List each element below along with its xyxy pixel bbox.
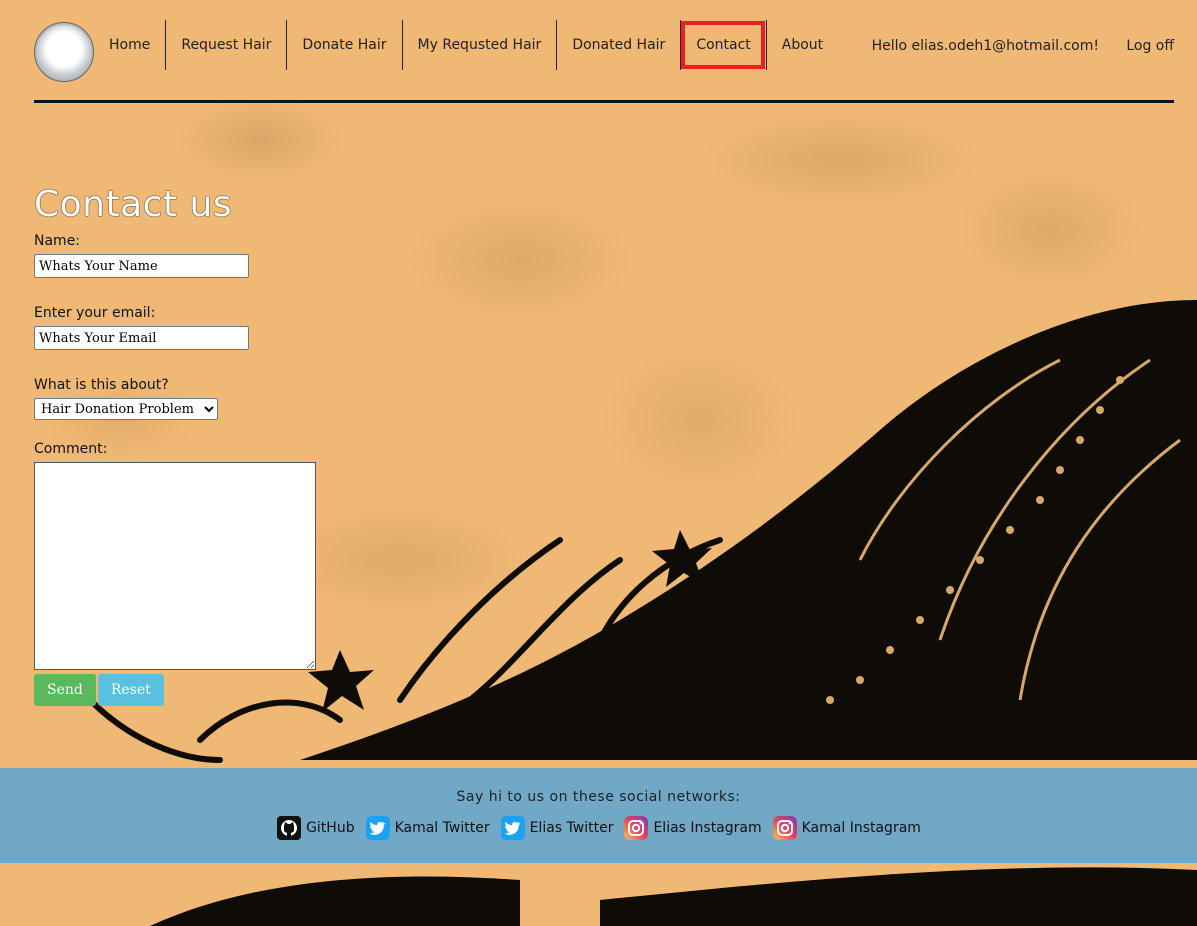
social-link-kamal-instagram[interactable]: Kamal Instagram bbox=[772, 815, 921, 841]
social-link-label: Elias Twitter bbox=[529, 820, 614, 836]
social-link-label: Elias Instagram bbox=[653, 820, 762, 836]
comment-label: Comment: bbox=[34, 441, 108, 457]
social-link-kamal-twitter[interactable]: Kamal Twitter bbox=[365, 815, 490, 841]
nav-item-donate-hair[interactable]: Donate Hair bbox=[286, 20, 401, 70]
form-actions: Send Reset bbox=[34, 674, 316, 706]
twitter-icon bbox=[365, 816, 390, 840]
social-link-github[interactable]: GitHub bbox=[276, 815, 355, 841]
site-header: Home Request Hair Donate Hair My Requste… bbox=[34, 18, 1174, 102]
email-input[interactable] bbox=[34, 326, 249, 350]
twitter-icon bbox=[500, 816, 525, 840]
send-button[interactable]: Send bbox=[34, 674, 96, 706]
log-off-link[interactable]: Log off bbox=[1126, 38, 1174, 54]
name-input[interactable] bbox=[34, 254, 249, 278]
instagram-icon bbox=[772, 816, 797, 840]
github-icon bbox=[277, 816, 302, 840]
topic-select[interactable]: Hair Donation Problem bbox=[34, 398, 218, 420]
nav-item-contact[interactable]: Contact bbox=[680, 20, 765, 70]
social-link-label: GitHub bbox=[306, 820, 355, 836]
social-link-label: Kamal Instagram bbox=[801, 820, 921, 836]
social-link-elias-instagram[interactable]: Elias Instagram bbox=[623, 815, 762, 841]
page-title: Contact us bbox=[34, 184, 233, 225]
instagram-icon bbox=[624, 816, 649, 840]
header-divider bbox=[34, 100, 1174, 103]
nav-item-my-requested-hair[interactable]: My Requsted Hair bbox=[401, 20, 557, 70]
site-footer: Say hi to us on these social networks: G… bbox=[0, 768, 1197, 863]
social-link-label: Kamal Twitter bbox=[394, 820, 490, 836]
social-link-elias-twitter[interactable]: Elias Twitter bbox=[500, 815, 614, 841]
email-label: Enter your email: bbox=[34, 305, 156, 321]
social-links: GitHub Kamal Twitter Elias Twitter Elias… bbox=[0, 815, 1197, 841]
footer-title: Say hi to us on these social networks: bbox=[456, 789, 741, 805]
user-greeting-link[interactable]: Hello elias.odeh1@hotmail.com! bbox=[872, 38, 1099, 54]
contact-form: Contact us Name: Enter your email: What … bbox=[34, 182, 316, 706]
name-label: Name: bbox=[34, 233, 81, 249]
comment-textarea[interactable] bbox=[34, 462, 316, 670]
main-nav: Home Request Hair Donate Hair My Requste… bbox=[94, 20, 838, 72]
site-logo[interactable] bbox=[34, 22, 94, 82]
nav-item-home[interactable]: Home bbox=[94, 20, 165, 70]
nav-item-donated-hair[interactable]: Donated Hair bbox=[556, 20, 680, 70]
reset-button[interactable]: Reset bbox=[97, 674, 164, 706]
nav-item-request-hair[interactable]: Request Hair bbox=[165, 20, 286, 70]
nav-item-about[interactable]: About bbox=[765, 20, 838, 70]
topic-label: What is this about? bbox=[34, 377, 169, 393]
